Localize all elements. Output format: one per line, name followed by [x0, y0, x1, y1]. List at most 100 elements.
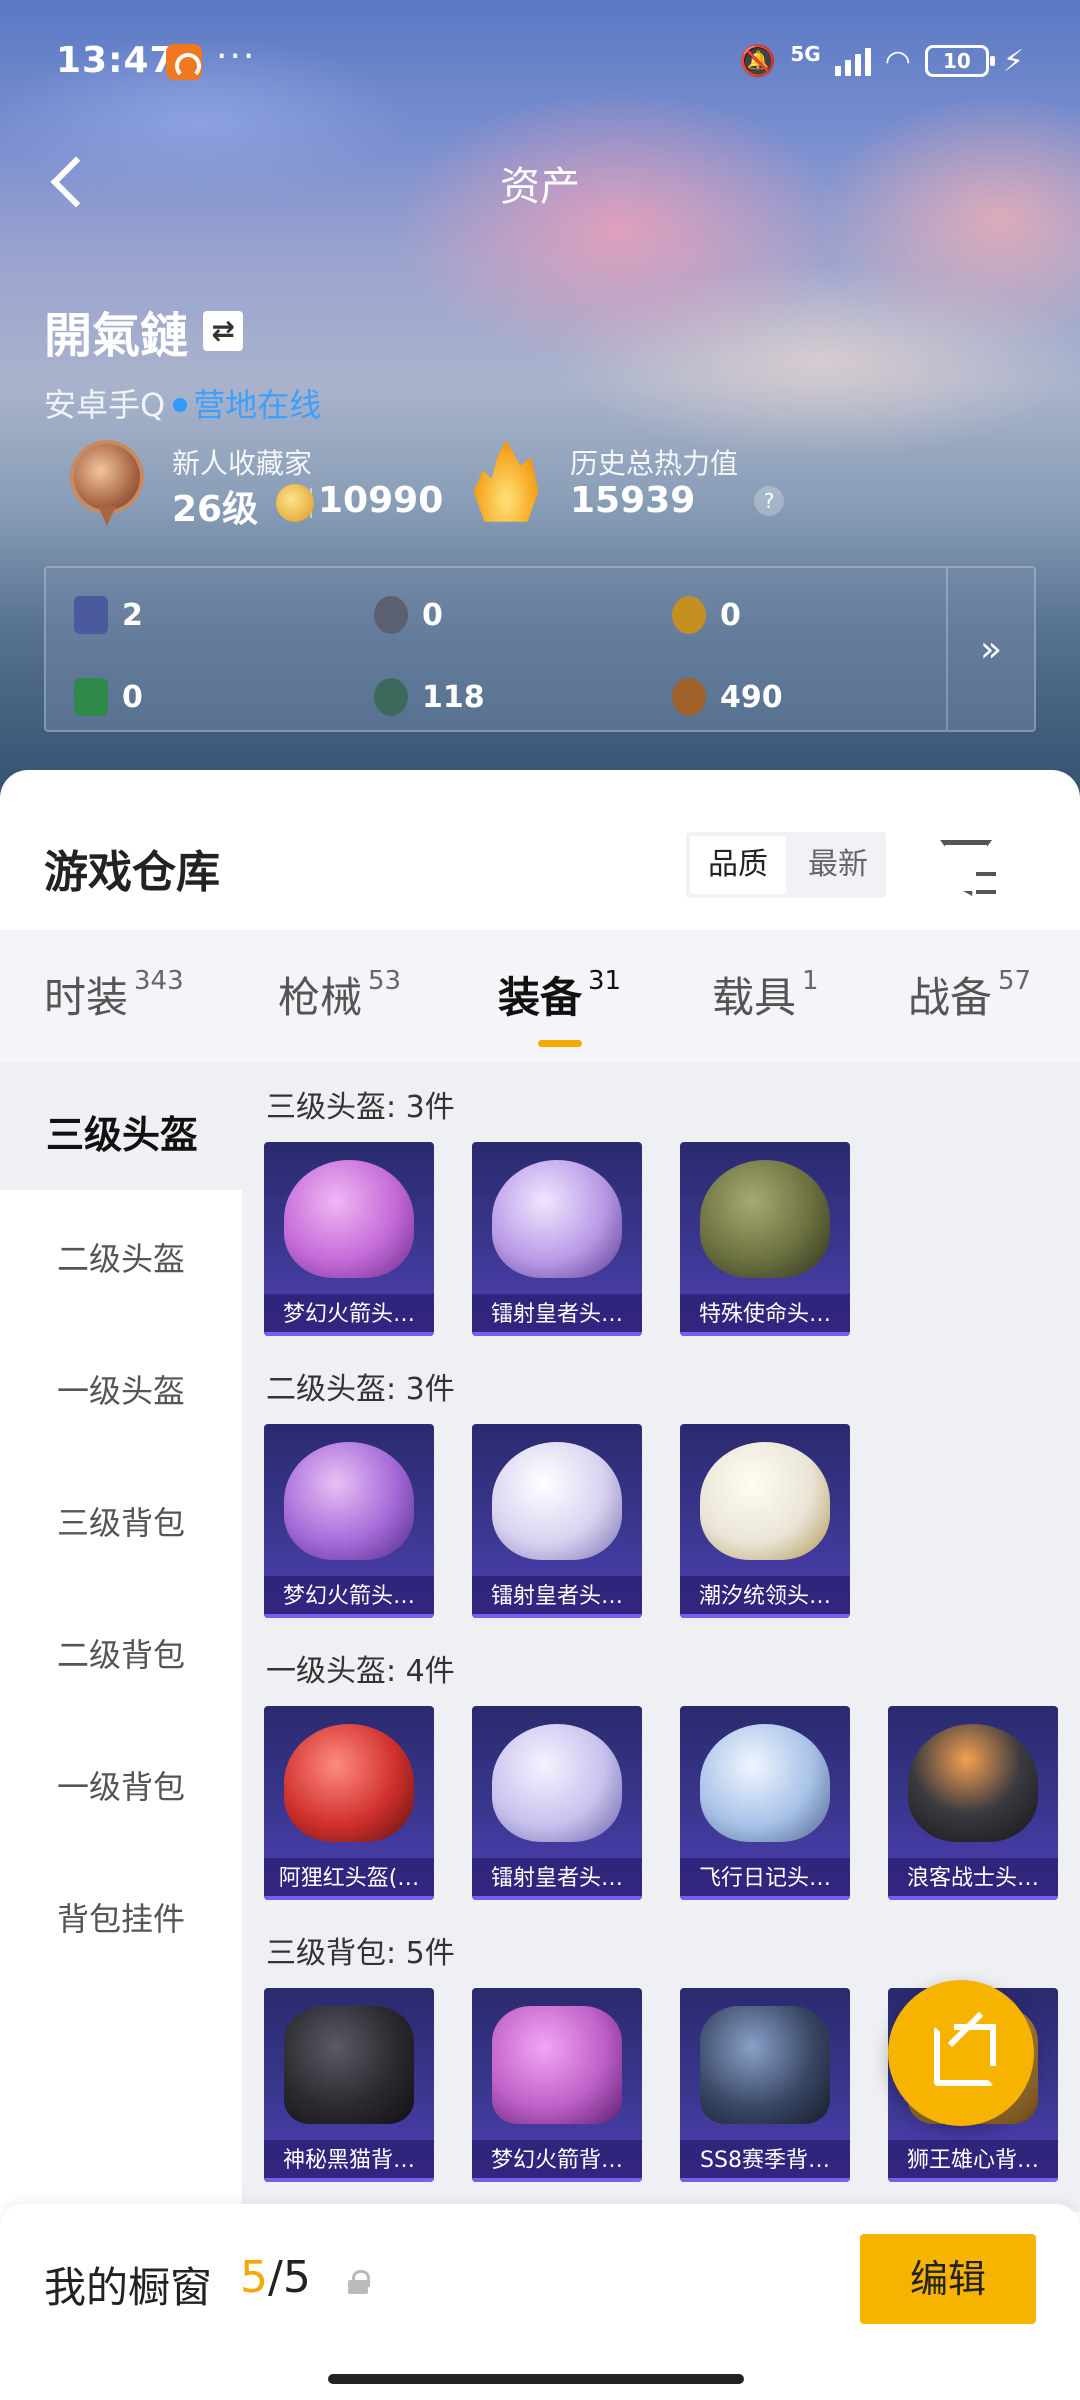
collector-rank-icon[interactable]	[70, 440, 146, 526]
status-bar: 13:47 ··· 🔕 5G ◠ 10 ⚡	[56, 36, 1024, 92]
category-level3-helmet[interactable]: 三级头盔	[0, 1104, 242, 1159]
item-card[interactable]: 镭射皇者头…	[472, 1424, 642, 1618]
status-more-icon: ···	[216, 36, 257, 77]
category-level3-backpack[interactable]: 三级背包	[0, 1498, 242, 1544]
category-level1-backpack[interactable]: 一级背包	[0, 1762, 242, 1808]
platform-label: 安卓手Q	[44, 386, 166, 424]
item-card[interactable]: 阿狸红头盔(…	[264, 1706, 434, 1900]
home-indicator[interactable]	[328, 2374, 744, 2384]
rarity-bar	[888, 1896, 1058, 1900]
category-level2-helmet[interactable]: 二级头盔	[0, 1234, 242, 1280]
rank-level: 26级	[172, 489, 259, 530]
expand-resources-icon[interactable]: »	[946, 568, 1034, 730]
helmet-icon	[700, 1724, 830, 1842]
item-name: 镭射皇者头…	[472, 1294, 642, 1336]
item-card[interactable]: 镭射皇者头…	[472, 1706, 642, 1900]
item-name: 梦幻火箭头…	[264, 1294, 434, 1336]
showcase-label: 我的橱窗	[44, 2263, 213, 2312]
sort-newest-button[interactable]: 最新	[790, 832, 886, 898]
tab-label: 装备	[498, 973, 583, 1022]
coin-value: 10990	[318, 480, 444, 521]
resource-value: 490	[720, 679, 783, 715]
sort-quality-button[interactable]: 品质	[690, 836, 786, 894]
item-card[interactable]: SS8赛季背…	[680, 1988, 850, 2182]
tab-weapons[interactable]: 枪械 53	[278, 964, 401, 1025]
account-status: 安卓手Q 营地在线	[44, 380, 321, 426]
tab-label: 时装	[44, 973, 129, 1022]
lock-icon	[346, 2270, 370, 2294]
category-level1-helmet[interactable]: 一级头盔	[0, 1366, 242, 1412]
sort-toggle: 品质 最新	[686, 832, 886, 898]
item-card[interactable]: 梦幻火箭背…	[472, 1988, 642, 2182]
tab-gear[interactable]: 战备 57	[908, 964, 1031, 1025]
rarity-bar	[680, 2178, 850, 2182]
tab-vehicles[interactable]: 载具 1	[712, 964, 819, 1025]
backpack-icon	[700, 2006, 830, 2124]
helmet-icon	[492, 1442, 622, 1560]
share-floating-button[interactable]	[888, 1980, 1034, 2126]
backpack-icon	[284, 2006, 414, 2124]
user-info: 開氣鏈 ⇄ 安卓手Q 营地在线	[44, 296, 321, 426]
battery-icon: 10	[924, 45, 995, 77]
rarity-bar	[264, 2178, 434, 2182]
flame-icon	[473, 440, 539, 522]
item-card[interactable]: 镭射皇者头…	[472, 1142, 642, 1336]
mute-icon: 🔕	[739, 43, 777, 79]
helmet-icon	[908, 1724, 1038, 1842]
switch-account-icon[interactable]: ⇄	[203, 311, 244, 351]
resource-item: 0	[374, 590, 443, 640]
helmet-icon	[492, 1160, 622, 1278]
heat-title: 历史总热力值	[570, 447, 739, 480]
resource-item: 2	[74, 590, 143, 640]
resource-value: 0	[720, 597, 741, 633]
rarity-bar	[680, 1896, 850, 1900]
item-card[interactable]: 浪客战士头…	[888, 1706, 1058, 1900]
edit-showcase-button[interactable]: 编辑	[860, 2234, 1036, 2324]
category-level2-backpack[interactable]: 二级背包	[0, 1630, 242, 1676]
collection-coin-icon	[276, 484, 314, 522]
resource-panel[interactable]: 2 0 0 0 118 490 »	[44, 566, 1036, 732]
rarity-bar	[264, 1896, 434, 1900]
rarity-bar	[472, 2178, 642, 2182]
tab-label: 战备	[908, 973, 993, 1022]
item-card[interactable]: 梦幻火箭头…	[264, 1142, 434, 1336]
rarity-bar	[264, 1332, 434, 1336]
filter-icon[interactable]	[936, 836, 996, 896]
rarity-bar	[888, 2178, 1058, 2182]
helmet-icon	[700, 1442, 830, 1560]
section-title: 二级头盔: 3件	[266, 1372, 455, 1407]
section-title: 一级头盔: 4件	[266, 1654, 455, 1689]
helmet-icon	[284, 1442, 414, 1560]
item-name: 镭射皇者头…	[472, 1858, 642, 1900]
item-name: 梦幻火箭背…	[472, 2140, 642, 2182]
tab-label: 载具	[712, 973, 797, 1022]
section-title: 三级背包: 5件	[266, 1936, 455, 1971]
item-card[interactable]: 飞行日记头…	[680, 1706, 850, 1900]
rarity-bar	[472, 1332, 642, 1336]
top-navigation: 资产	[0, 140, 1080, 220]
category-backpack-charm[interactable]: 背包挂件	[0, 1894, 242, 1940]
tab-count: 31	[588, 966, 622, 996]
rarity-bar	[472, 1896, 642, 1900]
item-card[interactable]: 神秘黑猫背…	[264, 1988, 434, 2182]
tab-count: 57	[998, 966, 1032, 996]
section-title: 三级头盔: 3件	[266, 1090, 455, 1125]
help-icon[interactable]: ?	[754, 486, 784, 516]
rarity-bar	[680, 1332, 850, 1336]
tab-fashion[interactable]: 时装 343	[44, 964, 184, 1025]
warehouse-header: 游戏仓库 品质 最新	[0, 770, 1080, 930]
item-card[interactable]: 潮汐统领头…	[680, 1424, 850, 1618]
warehouse-sheet: 游戏仓库 品质 最新 时装 343 枪械 53 装备 31 载具 1 战备 57 三级头盔…	[0, 770, 1080, 2400]
item-name: 阿狸红头盔(…	[264, 1858, 434, 1900]
resource-item: 490	[672, 672, 783, 722]
item-card[interactable]: 梦幻火箭头…	[264, 1424, 434, 1618]
resource-value: 2	[122, 597, 143, 633]
silver-coin-icon	[374, 596, 408, 634]
bronze-orb-icon	[672, 678, 706, 716]
backpack-icon	[492, 2006, 622, 2124]
tab-equipment[interactable]: 装备 31	[498, 964, 621, 1025]
tab-label: 枪械	[278, 973, 363, 1022]
sub-category-list: 三级头盔 二级头盔 一级头盔 三级背包 二级背包 一级背包 背包挂件	[0, 1062, 242, 2212]
item-card[interactable]: 特殊使命头…	[680, 1142, 850, 1336]
signal-icon	[834, 46, 871, 76]
